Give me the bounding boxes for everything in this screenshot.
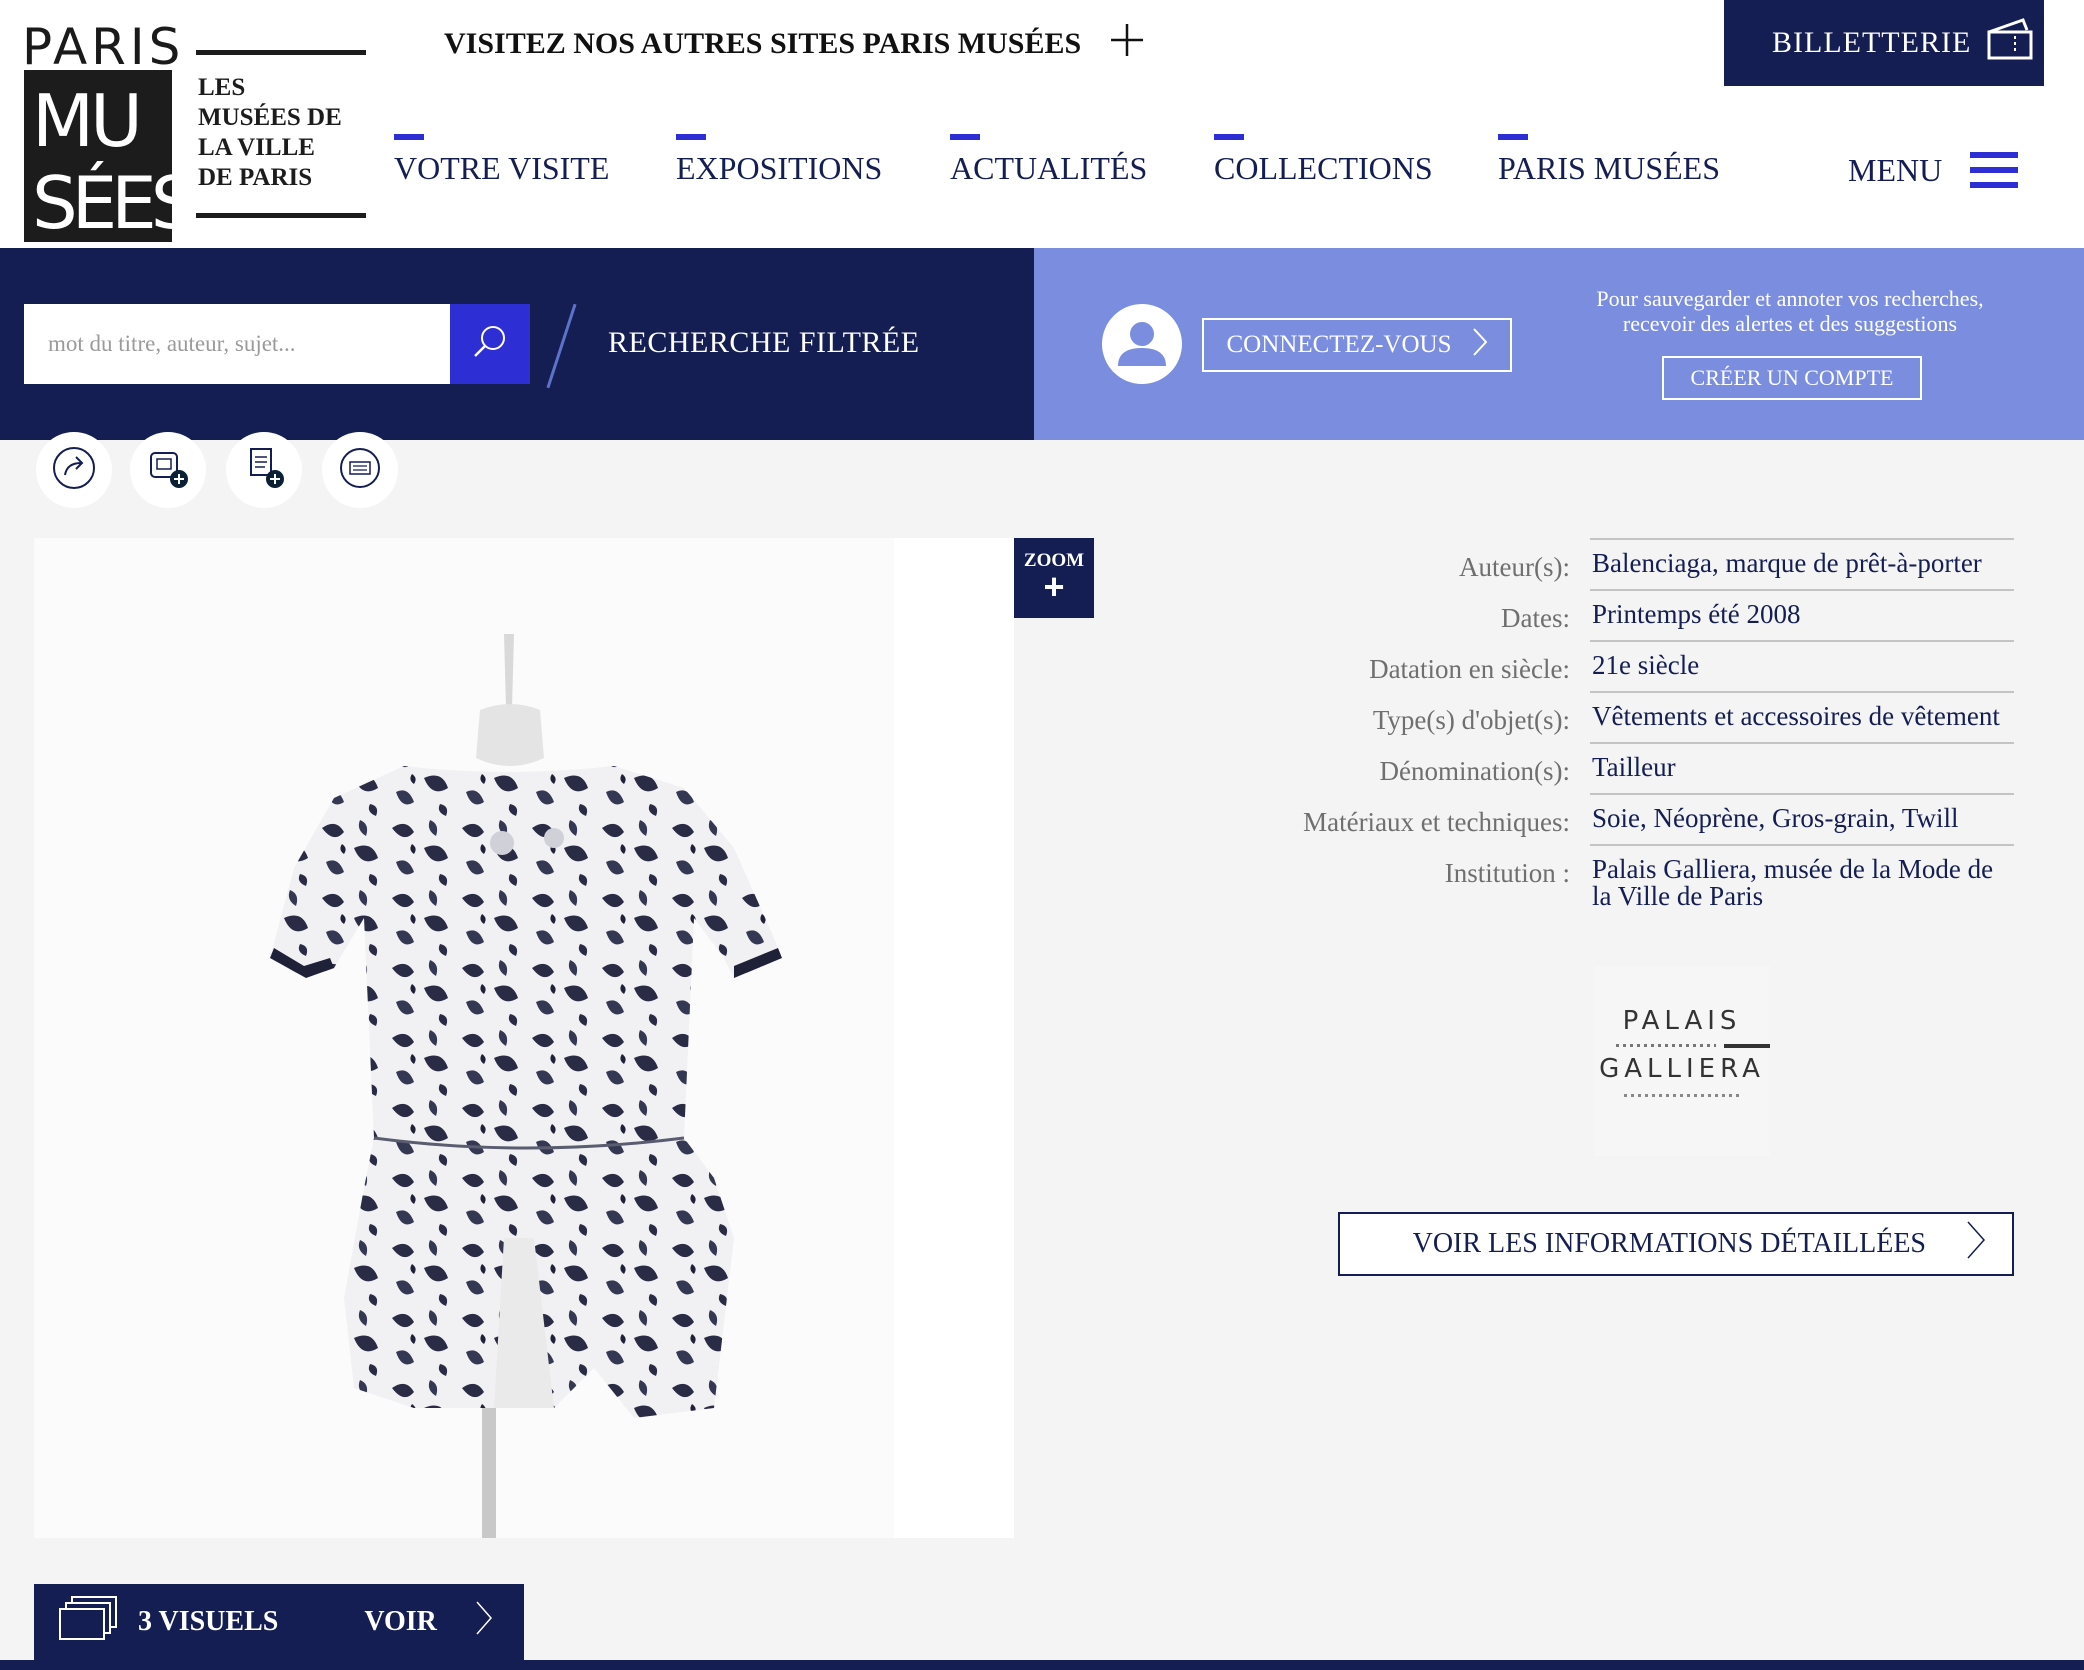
- author-qualifier: , marque de prêt-à-porter: [1711, 548, 1982, 578]
- metadata-value-link[interactable]: Tailleur: [1590, 744, 2014, 793]
- nav-item-expositions[interactable]: EXPOSITIONS: [676, 128, 882, 187]
- svg-text:MU: MU: [32, 79, 139, 163]
- artwork-metadata: Auteur(s): Balenciaga, marque de prêt-à-…: [1200, 538, 2014, 922]
- other-sites-label: VISITEZ NOS AUTRES SITES PARIS MUSÉES: [444, 26, 1082, 60]
- site-header: PARIS MU SÉES LES MUSÉES DE LA VILLE DE …: [0, 0, 2084, 248]
- user-avatar-icon: [1102, 304, 1182, 384]
- nav-item-paris-musees[interactable]: PARIS MUSÉES: [1498, 128, 1720, 187]
- logo-subtitle-line: LA VILLE: [198, 134, 315, 161]
- share-icon: [49, 443, 99, 498]
- filtered-search-link[interactable]: RECHERCHE FILTRÉE: [608, 326, 920, 360]
- metadata-row-author: Auteur(s): Balenciaga, marque de prêt-à-…: [1459, 538, 2014, 589]
- nav-item-collections[interactable]: COLLECTIONS: [1214, 128, 1433, 187]
- metadata-row-century: Datation en siècle: 21e siècle: [1369, 640, 2014, 691]
- voir-label: VOIR: [364, 1606, 437, 1637]
- logo-paris-text: PARIS: [22, 18, 185, 76]
- nav-item-actualites[interactable]: ACTUALITÉS: [950, 128, 1147, 187]
- paris-musees-logo[interactable]: PARIS MU SÉES LES MUSÉES DE LA VILLE DE …: [22, 18, 366, 242]
- metadata-value-link[interactable]: Soie, Néoprène, Gros-grain, Twill: [1590, 795, 2014, 844]
- author-link[interactable]: Balenciaga: [1592, 548, 1712, 578]
- galliera-logo-rule: [1616, 1044, 1716, 1047]
- promo-line: recevoir des alertes et des suggestions: [1622, 311, 1958, 336]
- metadata-label: Institution :: [1444, 858, 1570, 888]
- metadata-label: Type(s) d'objet(s):: [1372, 705, 1570, 735]
- metadata-label: Dénomination(s):: [1379, 756, 1570, 786]
- logo-subtitle-line: MUSÉES DE: [198, 104, 342, 131]
- add-to-album-button[interactable]: [130, 432, 206, 508]
- view-details-button[interactable]: VOIR LES INFORMATIONS DÉTAILLÉES: [1338, 1212, 2014, 1276]
- billetterie-button[interactable]: BILLETTERIE: [1724, 0, 2044, 86]
- connect-button[interactable]: CONNECTEZ-VOUS: [1202, 318, 1512, 372]
- view-details-label: VOIR LES INFORMATIONS DÉTAILLÉES: [1412, 1228, 1926, 1259]
- metadata-row-denomination: Dénomination(s): Tailleur: [1380, 742, 2014, 793]
- metadata-label: Matériaux et techniques:: [1303, 807, 1570, 837]
- metadata-value-link[interactable]: 21e siècle: [1590, 642, 2014, 691]
- promo-line: Pour sauvegarder et annoter vos recherch…: [1596, 286, 1984, 311]
- add-to-album-icon: [141, 441, 195, 500]
- metadata-value: Balenciaga, marque de prêt-à-porter: [1590, 540, 2014, 589]
- account-promo-text: Pour sauvegarder et annoter vos recherch…: [1560, 286, 2020, 336]
- search-button[interactable]: [450, 304, 530, 384]
- metadata-row-institution: Institution : Palais Galliera, musée de …: [1445, 844, 2014, 922]
- chevron-right-icon: [475, 1600, 493, 1644]
- visuels-count: 3 VISUELS: [138, 1606, 279, 1637]
- metadata-row-object-type: Type(s) d'objet(s): Vêtements et accesso…: [1373, 691, 2014, 742]
- other-sites-toggle[interactable]: VISITEZ NOS AUTRES SITES PARIS MUSÉES: [444, 22, 1145, 65]
- visuels-button[interactable]: 3 VISUELS VOIR: [34, 1584, 524, 1660]
- connect-label: CONNECTEZ-VOUS: [1226, 331, 1452, 358]
- floral-jacket-image: [34, 538, 1014, 1538]
- logo-subtitle: LES MUSÉES DE LA VILLE DE PARIS: [196, 50, 366, 218]
- share-button[interactable]: [36, 432, 112, 508]
- menu-label: MENU: [1848, 151, 1943, 188]
- metadata-row-materials: Matériaux et techniques: Soie, Néoprène,…: [1303, 793, 2014, 844]
- ticket-icon: [1985, 14, 2035, 72]
- svg-text:SÉES: SÉES: [32, 161, 172, 242]
- search-icon: [470, 322, 510, 367]
- chevron-right-icon: [1472, 327, 1488, 364]
- metadata-value-link[interactable]: Palais Galliera, musée de la Mode de la …: [1590, 846, 2014, 922]
- search-input[interactable]: [24, 304, 450, 384]
- print-button[interactable]: [322, 432, 398, 508]
- metadata-label: Auteur(s):: [1459, 552, 1570, 582]
- footer-edge: [0, 1660, 2084, 1670]
- nav-item-votre-visite[interactable]: VOTRE VISITE: [394, 128, 609, 187]
- add-to-list-icon: [237, 441, 291, 500]
- create-account-button[interactable]: CRÉER UN COMPTE: [1662, 356, 1922, 400]
- hamburger-icon: [1970, 150, 2019, 190]
- logo-subtitle-line: DE PARIS: [198, 164, 313, 191]
- galliera-logo-line: PALAIS: [1622, 1006, 1742, 1036]
- add-to-list-button[interactable]: [226, 432, 302, 508]
- gallery-stack-icon: [58, 1595, 120, 1649]
- logo-musees-mark: MU SÉES: [24, 70, 172, 242]
- logo-musees-glyphs: MU SÉES: [32, 79, 172, 242]
- metadata-value-link[interactable]: Vêtements et accessoires de vêtement: [1590, 693, 2014, 742]
- galliera-logo-rule: [1624, 1094, 1740, 1097]
- zoom-plus-icon: +: [1043, 566, 1065, 607]
- billetterie-label: BILLETTERIE: [1772, 26, 1972, 59]
- palais-galliera-logo[interactable]: PALAIS GALLIERA: [1594, 966, 1770, 1156]
- galliera-logo-line: GALLIERA: [1599, 1054, 1765, 1084]
- print-icon: [335, 443, 385, 498]
- metadata-label: Datation en siècle:: [1369, 654, 1570, 684]
- metadata-row-dates: Dates: Printemps été 2008: [1501, 589, 2014, 640]
- metadata-value: Printemps été 2008: [1592, 599, 1801, 629]
- menu-button[interactable]: MENU: [1848, 150, 2019, 190]
- metadata-label: Dates:: [1501, 603, 1570, 633]
- artwork-image[interactable]: [34, 538, 1014, 1538]
- chevron-right-icon: [1966, 1220, 1986, 1268]
- zoom-button[interactable]: ZOOM +: [1014, 538, 1094, 618]
- account-band: [1034, 248, 2084, 440]
- plus-icon: [1109, 22, 1145, 65]
- logo-subtitle-line: LES: [198, 74, 246, 101]
- galliera-logo-bar: [1724, 1044, 1770, 1048]
